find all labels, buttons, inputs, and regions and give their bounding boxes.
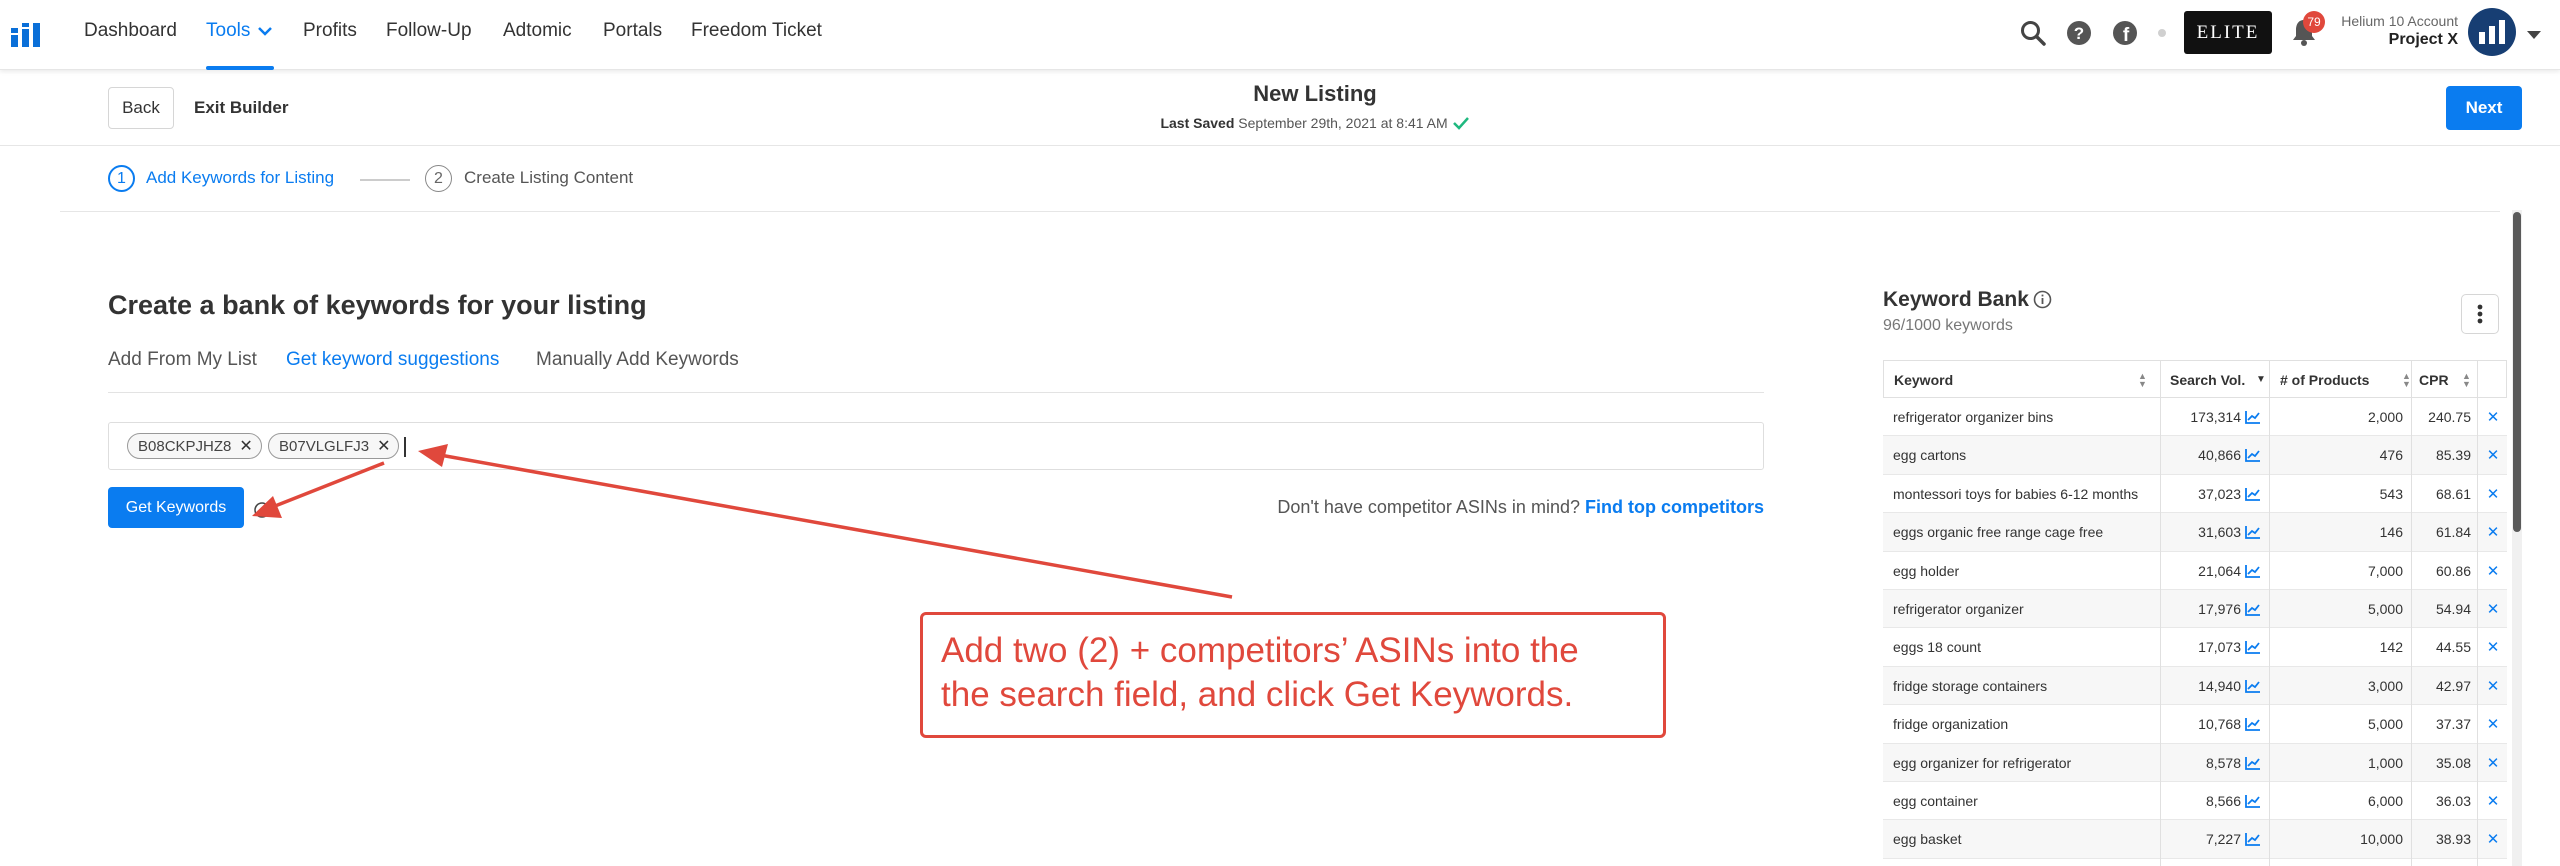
annotation-line-2: the search field, and click Get Keywords…: [941, 675, 1574, 714]
annotation-callout: Add two (2) + competitors’ ASINs into th…: [920, 612, 1666, 738]
annotation-line-1: Add two (2) + competitors’ ASINs into th…: [941, 631, 1579, 670]
annotation-arrow-line: [439, 453, 1233, 599]
annotation-arrowhead-icon: [418, 444, 448, 467]
annotation-arrowhead-icon: [252, 496, 282, 518]
annotation-text: Add two (2) + competitors’ ASINs into th…: [941, 629, 1579, 717]
annotation-arrow-line: [269, 461, 385, 510]
